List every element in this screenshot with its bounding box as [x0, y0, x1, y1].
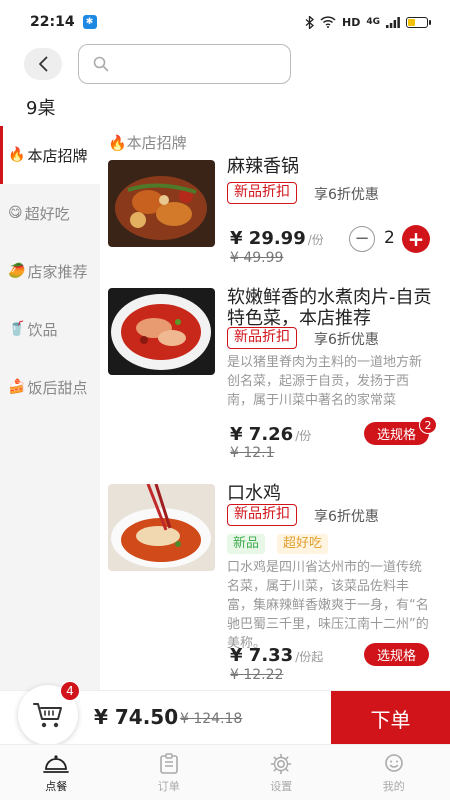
cart-original-total: ¥ 124.18 — [180, 711, 243, 727]
shopping-cart-icon — [33, 703, 62, 728]
price: ¥ 29.99 — [230, 228, 306, 249]
discount-tag: 新品折扣 — [227, 182, 297, 204]
dish-image[interactable] — [108, 288, 215, 375]
section-title: 🔥本店招牌 — [108, 134, 187, 152]
food-cloche-icon — [43, 755, 70, 773]
app-screen: 22:14 ✱ HD 4G 9桌 🔥 本店招牌 😋 超好吃 🥭 店家推荐 🥤 饮… — [0, 0, 450, 800]
original-price: ¥ 12.22 — [230, 667, 284, 683]
cart-count-badge: 4 — [60, 681, 80, 701]
app-notification-icon: ✱ — [82, 15, 97, 29]
sidebar-item-label: 饭后甜点 — [27, 378, 88, 397]
price: ¥ 7.26 — [230, 424, 294, 445]
spec-count-badge: 2 — [419, 416, 437, 434]
order-list-icon — [159, 753, 178, 774]
original-price: ¥ 12.1 — [230, 445, 275, 461]
yum-face-icon: 😋 — [8, 205, 23, 221]
price-line: ¥ 7.26/份 — [230, 424, 311, 445]
gear-icon — [270, 753, 292, 775]
tab-label: 我的 — [382, 780, 405, 793]
original-price: ¥ 49.99 — [230, 250, 284, 266]
sidebar-item-label: 超好吃 — [24, 204, 70, 223]
cart-total: ¥ 74.50 — [94, 705, 179, 729]
sidebar-item-label: 本店招牌 — [27, 146, 88, 165]
new-tag: 新品 — [227, 534, 266, 554]
price-unit: /份起 — [295, 650, 324, 664]
dish-name: 麻辣香锅 — [227, 156, 299, 177]
tab-order-food[interactable]: 点餐 — [0, 745, 113, 800]
status-icons: HD 4G — [305, 15, 431, 29]
price-unit: /份 — [307, 233, 324, 247]
delicious-tag: 超好吃 — [277, 534, 329, 554]
discount-tag: 新品折扣 — [227, 504, 297, 526]
tab-orders[interactable]: 订单 — [113, 745, 226, 800]
sidebar-item-delicious[interactable]: 😋 超好吃 — [0, 184, 100, 242]
price-line: ¥ 29.99/份 — [230, 228, 324, 249]
back-button[interactable] — [24, 48, 62, 80]
dish-image[interactable] — [108, 484, 215, 571]
dish-image[interactable] — [108, 160, 215, 247]
category-sidebar: 🔥 本店招牌 😋 超好吃 🥭 店家推荐 🥤 饮品 🍰 饭后甜点 — [0, 126, 100, 690]
bluetooth-icon — [305, 15, 314, 29]
sidebar-item-label: 饮品 — [27, 320, 58, 339]
status-bar: 22:14 ✱ HD 4G — [0, 0, 450, 44]
wifi-icon — [320, 16, 336, 28]
sidebar-item-desserts[interactable]: 🍰 饭后甜点 — [0, 358, 100, 416]
fire-icon: 🔥 — [8, 147, 26, 163]
price-unit: /份 — [295, 429, 312, 443]
dish-name: 软嫩鲜香的水煮肉片-自贡特色菜，本店推荐 — [227, 287, 432, 329]
network-type-label: HD — [342, 15, 361, 29]
price-line: ¥ 7.33/份起 — [230, 645, 323, 666]
sidebar-item-recommended[interactable]: 🥭 店家推荐 — [0, 242, 100, 300]
table-number: 9桌 — [26, 98, 56, 119]
decrease-quantity-button[interactable]: − — [349, 226, 375, 252]
signal-icon — [386, 16, 400, 28]
dish-description: 是以猪里脊肉为主料的一道地方新创名菜，起源于自贡，发扬于西南，属于川菜中著名的家… — [227, 355, 423, 408]
discount-text: 享6折优惠 — [314, 187, 379, 203]
tab-label: 订单 — [157, 780, 180, 793]
sidebar-item-label: 店家推荐 — [27, 262, 88, 281]
battery-icon — [406, 16, 431, 28]
search-box[interactable] — [78, 44, 291, 84]
sidebar-item-drinks[interactable]: 🥤 饮品 — [0, 300, 100, 358]
cake-icon: 🍰 — [8, 379, 26, 395]
sidebar-item-signature[interactable]: 🔥 本店招牌 — [0, 126, 100, 184]
dish-list: 🔥本店招牌 麻辣香锅 新品折扣 享6折优惠 ¥ 29.99/份 ¥ 49.99 … — [100, 126, 450, 690]
chevron-left-icon — [39, 56, 48, 72]
tab-profile[interactable]: 我的 — [338, 745, 450, 800]
increase-quantity-button[interactable]: + — [402, 225, 430, 253]
status-time: 22:14 — [30, 14, 75, 30]
place-order-button[interactable]: 下单 — [331, 691, 450, 745]
discount-text: 享6折优惠 — [314, 332, 379, 348]
user-face-icon — [384, 754, 403, 772]
search-input[interactable] — [117, 56, 277, 72]
dish-description: 口水鸡是四川省达州市的一道传统名菜，属于川菜，该菜品佐料丰富，集麻辣鲜香嫩爽于一… — [227, 560, 429, 651]
search-icon — [93, 56, 109, 72]
tab-settings[interactable]: 设置 — [225, 745, 338, 800]
tab-label: 设置 — [270, 780, 293, 793]
quantity-value: 2 — [384, 228, 395, 248]
cart-bar: 4 ¥ 74.50 ¥ 124.18 下单 — [0, 681, 450, 745]
discount-text: 享6折优惠 — [314, 509, 379, 525]
bottom-tab-bar: 点餐 订单 设置 我的 — [0, 744, 450, 800]
price: ¥ 7.33 — [230, 645, 294, 666]
dish-name: 口水鸡 — [227, 483, 281, 504]
drink-cup-icon: 🥤 — [8, 321, 26, 337]
mango-icon: 🥭 — [8, 263, 26, 279]
tab-label: 点餐 — [45, 780, 68, 793]
signal-type-label: 4G — [366, 17, 380, 27]
discount-tag: 新品折扣 — [227, 327, 297, 349]
choose-spec-button[interactable]: 选规格 — [364, 643, 429, 666]
